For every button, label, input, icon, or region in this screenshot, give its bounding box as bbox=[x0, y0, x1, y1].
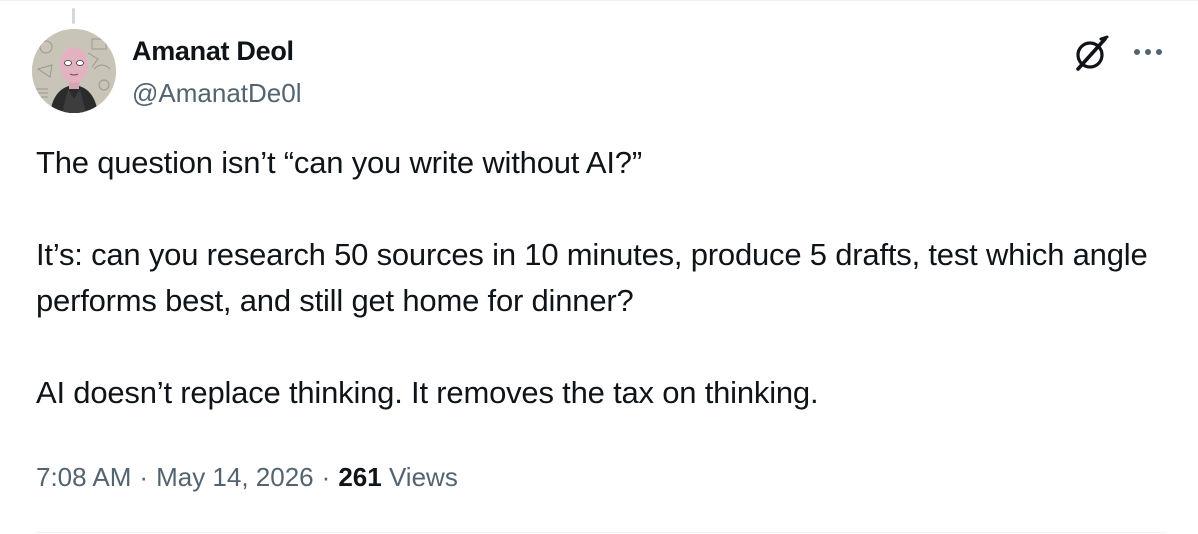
tweet-metadata: 7:08 AM · May 14, 2026 · 261 Views bbox=[36, 462, 458, 493]
bottom-divider bbox=[36, 532, 1166, 533]
tweet-paragraph: It’s: can you research 50 sources in 10 … bbox=[36, 237, 1156, 318]
grok-icon[interactable] bbox=[1070, 32, 1114, 76]
tweet-text: The question isn’t “can you write withou… bbox=[36, 140, 1166, 416]
avatar-illustration bbox=[32, 29, 116, 113]
tweet-date[interactable]: May 14, 2026 bbox=[156, 462, 314, 492]
top-divider bbox=[0, 0, 1198, 1]
views-label: Views bbox=[388, 462, 458, 492]
tweet-time[interactable]: 7:08 AM bbox=[36, 462, 131, 492]
author-display-name[interactable]: Amanat Deol bbox=[132, 36, 294, 67]
views-link[interactable]: 261 Views bbox=[338, 462, 458, 492]
more-options-icon[interactable] bbox=[1128, 42, 1168, 62]
tweet-paragraph: AI doesn’t replace thinking. It removes … bbox=[36, 375, 819, 410]
separator-dot: · bbox=[139, 462, 149, 492]
views-count: 261 bbox=[338, 462, 382, 492]
thread-connector-line bbox=[72, 8, 75, 24]
author-handle[interactable]: @AmanatDe0l bbox=[132, 78, 301, 109]
avatar[interactable] bbox=[32, 29, 116, 113]
separator-dot: · bbox=[321, 462, 331, 492]
tweet-paragraph: The question isn’t “can you write withou… bbox=[36, 145, 642, 180]
